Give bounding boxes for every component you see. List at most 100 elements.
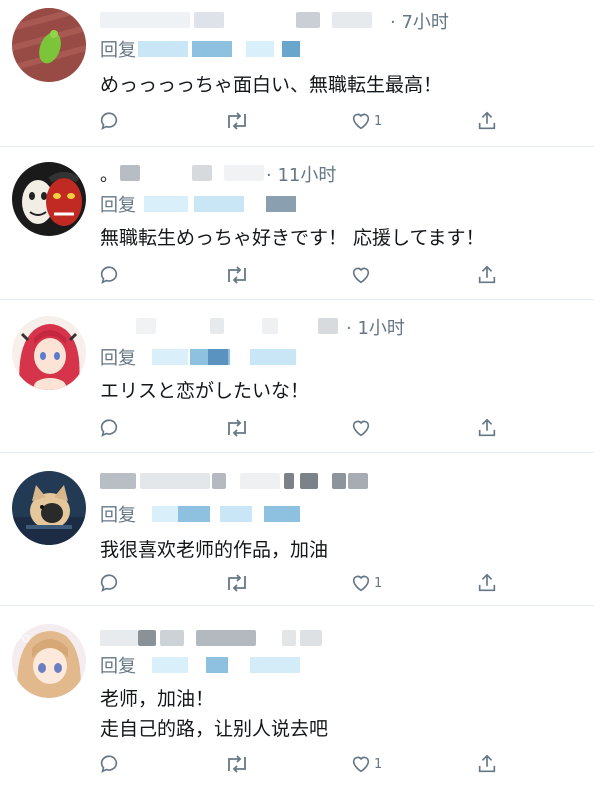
redacted-mention[interactable] [246, 41, 274, 57]
redacted-handle [300, 473, 318, 489]
redacted-mention[interactable] [152, 657, 188, 673]
redacted-mention[interactable] [264, 506, 300, 522]
like-button[interactable]: 1 [350, 751, 382, 777]
reply-text-line: 我很喜欢老师的作品，加油 [100, 539, 329, 561]
like-count: 1 [374, 756, 383, 772]
redacted-mention[interactable] [194, 196, 244, 212]
reply-meta [100, 626, 350, 650]
redacted-mention[interactable] [144, 196, 188, 212]
avatar[interactable] [12, 316, 86, 390]
heart-icon [352, 756, 370, 773]
share-icon [478, 754, 496, 773]
reply-text: めっっっっちゃ面白い、無職転生最高！ [100, 70, 442, 100]
reply-button[interactable] [98, 415, 120, 441]
timestamp[interactable]: · 11小时 [266, 161, 336, 187]
redacted-handle [300, 630, 322, 646]
share-icon [478, 573, 496, 592]
redacted-mention[interactable] [266, 196, 296, 212]
avatar[interactable] [12, 471, 86, 545]
redacted-mention[interactable] [192, 41, 232, 57]
redacted-mention[interactable] [282, 41, 300, 57]
redacted-mention[interactable] [152, 349, 188, 365]
comment-icon [100, 112, 118, 130]
cat-avatar-image [12, 471, 86, 545]
redacted-name [100, 473, 136, 489]
redacted-mention[interactable] [178, 506, 210, 522]
avatar[interactable]: PO [12, 624, 86, 698]
reply-button[interactable] [98, 262, 120, 288]
reply-text-line: 老师，加油！ [100, 688, 215, 710]
share-button[interactable] [476, 415, 498, 441]
retweet-icon [228, 574, 246, 592]
reply-item[interactable]: PO 回复 老师，加油！ 走自己的路，让别人说去吧 1 [0, 606, 594, 786]
redacted-handle [240, 473, 280, 489]
redacted-handle [296, 12, 320, 28]
redacted-name [138, 630, 156, 646]
share-icon [478, 111, 496, 130]
redacted-handle [332, 12, 372, 28]
reply-item[interactable]: · 1小时 回复 エリスと恋がしたいな！ [0, 300, 594, 453]
redacted-name [210, 318, 224, 334]
heart-icon [352, 575, 370, 592]
redacted-name [100, 12, 190, 28]
reply-to-label: 回复 [100, 656, 136, 677]
timestamp[interactable]: · 1小时 [346, 314, 405, 340]
reply-item[interactable]: · 7小时 回复 めっっっっちゃ面白い、無職転生最高！ 1 [0, 0, 594, 147]
redacted-name [136, 318, 156, 334]
redacted-mention[interactable] [250, 349, 296, 365]
redacted-name [160, 630, 184, 646]
anime-girl-avatar-image [12, 316, 86, 390]
reply-button[interactable] [98, 570, 120, 596]
redacted-mention[interactable] [206, 657, 228, 673]
retweet-button[interactable] [224, 751, 250, 777]
avatar[interactable] [12, 8, 86, 82]
comment-icon [100, 574, 118, 592]
action-bar: 1 [0, 751, 594, 777]
reply-text-line: 走自己的路，让别人说去吧 [100, 718, 329, 740]
heart-icon [352, 420, 370, 437]
reply-item[interactable]: 回复 我很喜欢老师的作品，加油 1 [0, 453, 594, 606]
frog-avatar-image [12, 8, 86, 82]
reply-meta: 。 · 11小时 [100, 161, 480, 187]
reply-to-label: 回复 [100, 195, 136, 216]
like-button[interactable]: 1 [350, 570, 382, 596]
redacted-name [120, 165, 140, 181]
share-button[interactable] [476, 570, 498, 596]
timestamp[interactable]: · 7小时 [390, 8, 449, 34]
redacted-handle [196, 630, 256, 646]
reply-button[interactable] [98, 108, 120, 134]
share-button[interactable] [476, 751, 498, 777]
redacted-mention[interactable] [220, 506, 252, 522]
like-button[interactable] [350, 415, 374, 441]
share-button[interactable] [476, 108, 498, 134]
retweet-button[interactable] [224, 415, 250, 441]
avatar[interactable] [12, 162, 86, 236]
heart-icon [352, 267, 370, 284]
retweet-button[interactable] [224, 108, 250, 134]
reply-item[interactable]: 。 · 11小时 回复 無職転生めっちゃ好きです！ 応援してます！ [0, 147, 594, 300]
redacted-mention[interactable] [208, 349, 228, 365]
reply-to: 回复 [100, 36, 320, 61]
action-bar: 1 [0, 570, 594, 596]
like-button[interactable] [350, 262, 374, 288]
reply-meta [100, 469, 400, 493]
comment-icon [100, 419, 118, 437]
redacted-name [140, 473, 210, 489]
reply-button[interactable] [98, 751, 120, 777]
retweet-icon [228, 266, 246, 284]
heart-icon [352, 113, 370, 130]
like-count: 1 [374, 113, 383, 129]
comment-icon [100, 755, 118, 773]
retweet-button[interactable] [224, 570, 250, 596]
redacted-mention[interactable] [250, 657, 300, 673]
like-button[interactable]: 1 [350, 108, 382, 134]
share-button[interactable] [476, 262, 498, 288]
redacted-handle [224, 165, 264, 181]
reply-to: 回复 [100, 501, 320, 526]
retweet-button[interactable] [224, 262, 250, 288]
reply-meta: · 1小时 [100, 314, 440, 340]
redacted-handle [332, 473, 346, 489]
reply-text: 無職転生めっちゃ好きです！ 応援してます！ [100, 223, 485, 253]
redacted-mention[interactable] [138, 41, 188, 57]
redacted-handle [194, 12, 224, 28]
